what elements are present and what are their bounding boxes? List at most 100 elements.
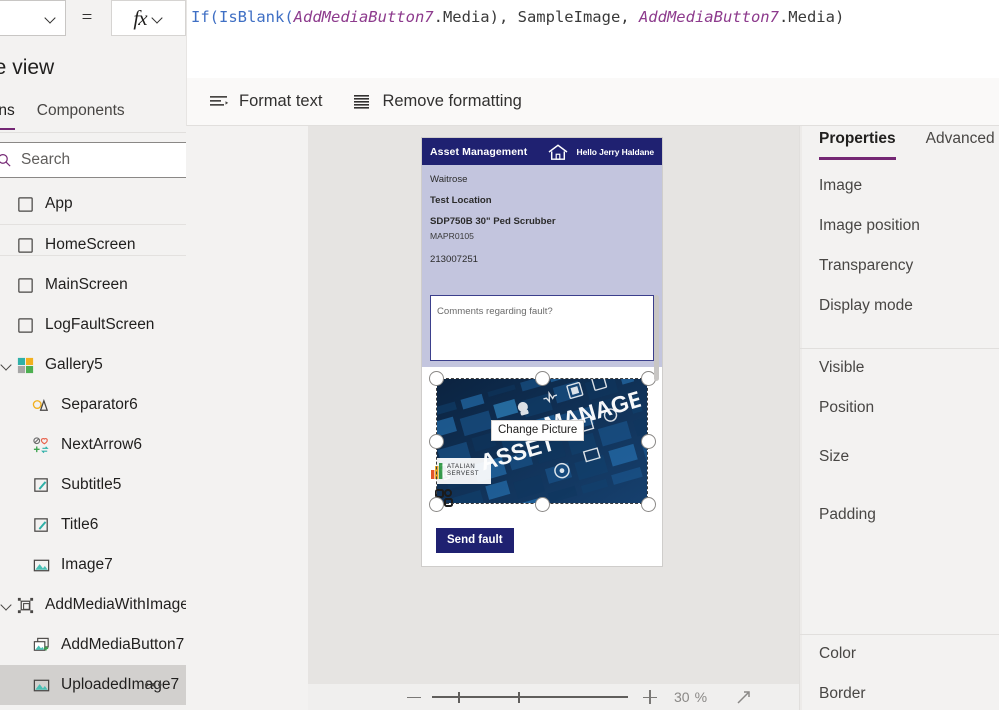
chevron-down-icon[interactable]	[0, 358, 14, 372]
zoom-slider[interactable]	[432, 689, 628, 705]
tab-properties[interactable]: Properties	[819, 126, 896, 160]
formula-token: IsBlank(	[219, 8, 294, 26]
tree-item-mainscreen[interactable]: MainScreen	[0, 265, 186, 305]
app-body: Waitrose Test Location SDP750B 30" Ped S…	[422, 165, 662, 367]
field-location: Test Location	[430, 195, 492, 206]
fx-button[interactable]: fx	[111, 0, 186, 36]
search-input[interactable]: Search	[0, 142, 186, 178]
formatting-toolbar: Format text Remove formatting	[186, 78, 999, 126]
tree-item-app[interactable]: App	[0, 184, 186, 225]
properties-group-separator-1	[800, 634, 999, 635]
tree-caret-spacer	[0, 278, 14, 292]
properties-panel: Properties Advanced Image Image position T…	[799, 126, 999, 710]
resize-handle-middle-right[interactable]	[641, 434, 656, 449]
tree-item-homescreen[interactable]: HomeScreen	[0, 225, 186, 265]
tree-caret-spacer	[16, 678, 30, 692]
resize-handle-middle-left[interactable]	[429, 434, 444, 449]
send-fault-button[interactable]: Send fault	[436, 528, 514, 553]
tree-caret-spacer	[16, 478, 30, 492]
screen-icon	[14, 274, 36, 296]
tree-item-gallery5[interactable]: Gallery5	[0, 345, 186, 385]
resize-handle-bottom-center[interactable]	[535, 497, 550, 512]
resize-handle-top-center[interactable]	[535, 371, 550, 386]
resize-handle-bottom-left[interactable]	[429, 497, 444, 512]
zoom-out-button[interactable]	[406, 689, 422, 705]
app-header-greeting: Hello Jerry Haldane	[576, 146, 655, 157]
home-icon[interactable]	[547, 143, 569, 161]
property-label: Padding	[819, 506, 876, 523]
tab-components[interactable]: Components	[37, 102, 125, 130]
property-row-image-position[interactable]: Image position	[800, 206, 999, 246]
zoom-slider-tick	[518, 692, 521, 703]
property-row-color[interactable]: Color	[800, 634, 999, 674]
remove-formatting-icon	[354, 94, 370, 109]
tab-screens[interactable]: reens	[0, 102, 15, 130]
app-header: Asset Management Hello Jerry Haldane	[422, 138, 662, 165]
tree-item-title6[interactable]: Title6	[0, 505, 186, 545]
tree-item-label: AddMediaButton7	[61, 636, 185, 653]
tree-caret-spacer	[0, 318, 14, 332]
tree-item-addmediawithimage7[interactable]: AddMediaWithImage7	[0, 585, 186, 625]
fit-to-screen-icon[interactable]	[735, 689, 752, 706]
formula-input-area[interactable]: If(IsBlank(AddMediaButton7.Media), Sampl…	[186, 0, 999, 78]
property-label: Visible	[819, 359, 865, 376]
search-icon	[0, 153, 11, 167]
tree-item-nextarrow6[interactable]: NextArrow6	[0, 425, 186, 465]
tree-view-tabs: reens Components	[0, 102, 125, 130]
formula-token: AddMediaButton7	[293, 8, 434, 26]
tree-item-subtitle5[interactable]: Subtitle5	[0, 465, 186, 505]
resize-handle-top-left[interactable]	[429, 371, 444, 386]
field-customer: Waitrose	[430, 174, 468, 185]
property-row-size[interactable]: Size	[800, 428, 999, 486]
tree-item-label: MainScreen	[45, 276, 128, 293]
tree-item-separator6[interactable]: Separator6	[0, 385, 186, 425]
property-row-display-mode[interactable]: Display mode	[800, 286, 999, 326]
property-row-visible[interactable]: Visible	[800, 348, 999, 388]
tree-item-label: Image7	[61, 556, 113, 573]
property-row-position[interactable]: Position	[800, 388, 999, 428]
nextarrow-icon	[30, 434, 52, 456]
chevron-down-icon	[45, 12, 57, 24]
tree-item-uploadedimage7[interactable]: UploadedImage7 •••	[0, 665, 186, 705]
property-label: Transparency	[819, 257, 914, 274]
format-text-button[interactable]: Format text	[209, 92, 322, 111]
tree-item-logfaultscreen[interactable]: LogFaultScreen	[0, 305, 186, 345]
property-row-transparency[interactable]: Transparency	[800, 246, 999, 286]
formula-token: If(	[191, 8, 219, 26]
comments-textarea[interactable]: Comments regarding fault?	[430, 295, 654, 361]
property-row-padding[interactable]: Padding	[800, 486, 999, 544]
screen-icon	[14, 193, 36, 215]
app-header-title: Asset Management	[430, 145, 528, 158]
canvas-scrollbar[interactable]	[654, 295, 659, 381]
property-row-border[interactable]: Border	[800, 674, 999, 710]
format-text-icon	[210, 95, 229, 106]
resize-handle-bottom-right[interactable]	[641, 497, 656, 512]
property-dropdown[interactable]	[0, 0, 66, 36]
canvas-zoom-bar: 30 %	[308, 684, 799, 710]
zoom-slider-thumb[interactable]	[458, 692, 461, 703]
tree-item-image7[interactable]: Image7	[0, 545, 186, 585]
chevron-down-icon[interactable]	[0, 598, 14, 612]
addmedia-icon	[30, 634, 52, 656]
remove-formatting-button[interactable]: Remove formatting	[352, 92, 522, 111]
property-row-image[interactable]: Image	[800, 166, 999, 206]
tree-caret-spacer	[16, 638, 30, 652]
tree-item-label: Separator6	[61, 396, 138, 413]
zoom-in-button[interactable]	[642, 689, 658, 705]
tree-item-more-icon[interactable]: •••	[144, 678, 164, 691]
properties-panel-tabs: Properties Advanced	[800, 126, 999, 166]
app-canvas[interactable]: Asset Management Hello Jerry Haldane Wai…	[308, 126, 799, 684]
change-picture-button[interactable]: Change Picture	[492, 421, 584, 440]
properties-group-separator-0	[800, 348, 999, 349]
properties-group-0: Image Image position Transparency Display m…	[800, 166, 999, 326]
fx-icon: fx	[133, 5, 147, 30]
tree-item-label: HomeScreen	[45, 236, 136, 253]
properties-group-2: Color Border	[800, 634, 999, 710]
formula-token: AddMediaButton7	[638, 8, 779, 26]
formula-text[interactable]: If(IsBlank(AddMediaButton7.Media), Sampl…	[191, 4, 999, 30]
tree-item-addmediabutton7[interactable]: AddMediaButton7	[0, 625, 186, 665]
tab-advanced[interactable]: Advanced	[926, 126, 995, 157]
tree-view-sidebar: ee view reens Components Search App HomeS…	[0, 36, 186, 710]
search-placeholder: Search	[21, 151, 71, 168]
zoom-percent-symbol: %	[694, 689, 708, 705]
